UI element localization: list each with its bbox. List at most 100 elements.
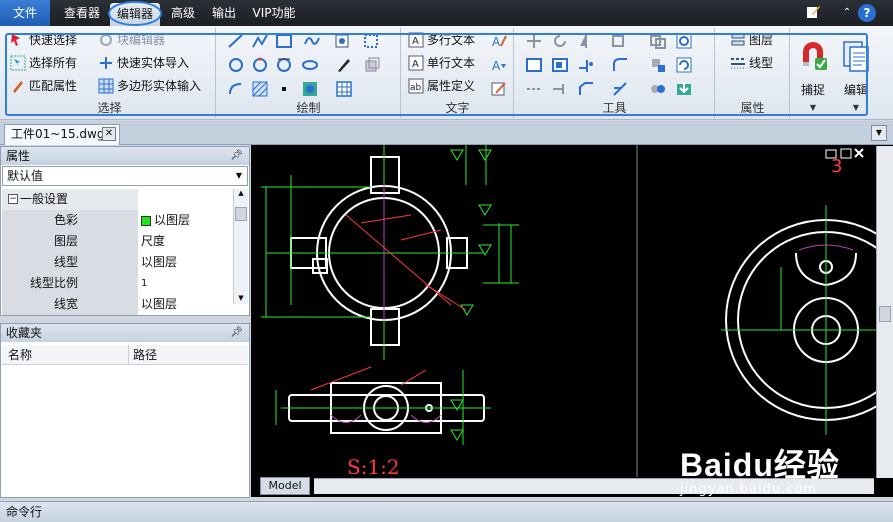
column-name[interactable]: 名称 — [8, 345, 32, 365]
property-value[interactable]: 以图层 — [139, 210, 232, 231]
mtext-button[interactable]: A 多行文本 — [408, 30, 475, 50]
stext-button[interactable]: A 单行文本 — [408, 53, 475, 73]
edit-dropdown-icon[interactable]: ▼ — [836, 103, 876, 112]
command-line[interactable]: 命令行 — [0, 501, 893, 522]
property-value[interactable]: 尺度 — [139, 231, 232, 252]
rectangle-icon[interactable] — [275, 32, 293, 50]
snap-button[interactable]: 捕捉 ▼ — [793, 30, 833, 114]
tab-advanced[interactable]: 高级 — [164, 0, 202, 26]
column-path[interactable]: 路径 — [128, 345, 157, 365]
property-value[interactable]: 1 — [139, 273, 232, 294]
help-icon[interactable]: ? — [858, 4, 876, 22]
fillet-icon[interactable] — [611, 56, 629, 74]
text-edit-icon[interactable]: A — [490, 32, 508, 50]
canvas-vertical-scrollbar[interactable] — [876, 146, 893, 478]
block-rotate-icon[interactable] — [675, 32, 693, 50]
property-row[interactable]: 线型比例 1 — [2, 273, 232, 294]
pin-icon[interactable]: 📌︎ — [230, 324, 243, 342]
polyline-icon[interactable] — [251, 32, 269, 50]
property-key: 色彩 — [2, 210, 138, 231]
quick-solid-import-button[interactable]: 快速实体导入 — [98, 53, 189, 73]
circle-3p-icon[interactable] — [251, 56, 269, 74]
circle-tan-icon[interactable] — [275, 56, 293, 74]
ribbon-group-tools: 工具 — [515, 28, 715, 118]
extend-icon[interactable] — [551, 80, 569, 98]
linetype-button[interactable]: 线型 — [730, 53, 773, 73]
pen-icon[interactable] — [804, 4, 822, 22]
property-value[interactable]: 以图层 — [139, 252, 232, 273]
polygon-solid-input-button[interactable]: 多边形实体输入 — [98, 76, 201, 96]
line-icon[interactable] — [227, 32, 245, 50]
scroll-thumb[interactable] — [879, 306, 891, 322]
quick-select-button[interactable]: 快速选择 — [10, 30, 77, 50]
collapse-icon[interactable]: − — [8, 194, 18, 204]
table-icon[interactable] — [335, 80, 353, 98]
chevron-down-icon[interactable]: ▼ — [231, 167, 247, 185]
dotted-rect-icon[interactable] — [363, 32, 381, 50]
property-row[interactable]: 线宽 以图层 — [2, 294, 232, 315]
pin-icon[interactable]: 📌︎ — [230, 147, 243, 165]
spline-icon[interactable] — [303, 32, 321, 50]
select-all-button[interactable]: 选择所有 — [10, 53, 77, 73]
text-pen-icon[interactable] — [490, 80, 508, 98]
point-icon[interactable] — [275, 80, 293, 98]
document-tab-label: 工件01~15.dwg — [11, 127, 105, 141]
ribbon-group-props: 图层 线型 属性 — [716, 28, 790, 118]
properties-combo[interactable]: 默认值 ▼ — [2, 166, 248, 186]
hatch-box-icon[interactable] — [333, 32, 351, 50]
mirror-icon[interactable] — [577, 32, 595, 50]
model-tab[interactable]: Model — [260, 477, 310, 495]
restore-icon[interactable] — [840, 148, 852, 159]
close-icon[interactable]: ✕ — [102, 127, 116, 141]
layer-button[interactable]: 图层 — [730, 30, 773, 50]
insert-block-icon[interactable] — [675, 80, 693, 98]
ellipse-icon[interactable] — [301, 56, 319, 74]
scale-label: S:1:2 — [347, 455, 400, 479]
close-viewport-icon[interactable] — [854, 148, 864, 158]
arc-icon[interactable] — [227, 80, 245, 98]
properties-scrollbar[interactable]: ▲ ▼ — [233, 189, 248, 304]
pen-draw-icon[interactable] — [335, 56, 353, 74]
tab-file[interactable]: 文件 — [0, 0, 50, 26]
document-tab[interactable]: 工件01~15.dwg ✕ — [4, 124, 120, 145]
property-section[interactable]: − 一般设置 — [2, 189, 232, 210]
tab-output[interactable]: 输出 — [206, 0, 242, 26]
snap-dropdown-icon[interactable]: ▼ — [793, 103, 833, 112]
scroll-up-icon[interactable]: ▲ — [235, 189, 247, 199]
rotate-icon[interactable] — [551, 32, 569, 50]
property-key: 线宽 — [2, 294, 138, 315]
scroll-thumb[interactable] — [235, 207, 247, 221]
scale-icon[interactable] — [551, 56, 569, 74]
hatch-icon[interactable] — [251, 80, 269, 98]
offset-icon[interactable] — [525, 80, 543, 98]
property-row[interactable]: 图层 尺度 — [2, 231, 232, 252]
collapse-ribbon-icon[interactable]: ⌃ — [838, 4, 856, 22]
group-rotate-icon[interactable] — [675, 56, 693, 74]
edit-button[interactable]: 编辑 ▼ — [836, 30, 876, 114]
chevron-down-icon[interactable]: ▼ — [871, 125, 887, 141]
add-icon — [100, 56, 112, 69]
array-icon[interactable] — [611, 32, 629, 50]
tab-vip[interactable]: VIP功能 — [248, 0, 300, 26]
copy-icon[interactable] — [649, 32, 667, 50]
stretch-icon[interactable] — [525, 56, 543, 74]
text-style-icon[interactable]: A — [490, 56, 508, 74]
trim-icon[interactable] — [577, 56, 595, 74]
join-icon[interactable] — [649, 80, 667, 98]
circle-icon[interactable] — [227, 56, 245, 74]
image-icon[interactable] — [301, 80, 319, 98]
block-editor-button[interactable]: 块编辑器 — [98, 30, 165, 50]
break-icon[interactable] — [611, 80, 629, 98]
property-row[interactable]: 线型 以图层 — [2, 252, 232, 273]
tab-viewer[interactable]: 查看器 — [56, 0, 108, 26]
match-props-button[interactable]: 匹配属性 — [10, 76, 77, 96]
chamfer-icon[interactable] — [577, 80, 595, 98]
move-icon[interactable] — [525, 32, 543, 50]
explode-icon[interactable] — [649, 56, 667, 74]
property-row[interactable]: 色彩 以图层 — [2, 210, 232, 231]
match-props-label: 匹配属性 — [29, 79, 78, 93]
property-value[interactable]: 以图层 — [139, 294, 232, 315]
copy-block-icon[interactable] — [363, 56, 381, 74]
attdef-button[interactable]: ab 属性定义 — [408, 76, 475, 96]
scroll-down-icon[interactable]: ▼ — [235, 294, 247, 304]
